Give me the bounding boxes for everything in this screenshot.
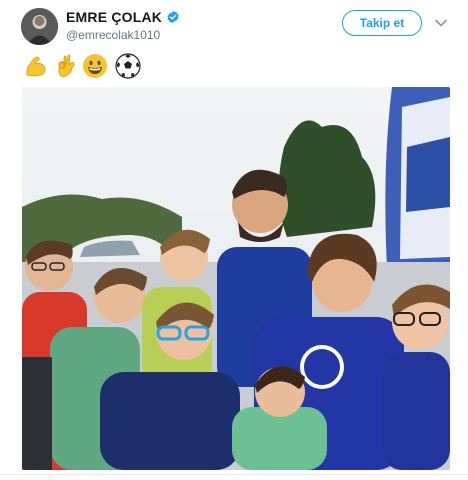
divider — [0, 474, 468, 475]
chevron-down-icon[interactable] — [434, 16, 448, 30]
soccer-ball-icon — [115, 53, 141, 79]
display-name[interactable]: EMRE ÇOLAK — [66, 9, 180, 25]
tweet-photo[interactable] — [22, 87, 450, 470]
flexed-biceps-icon — [26, 56, 46, 77]
verified-badge-icon — [167, 10, 179, 24]
handle[interactable]: @emrecolak1010 — [66, 28, 160, 42]
follow-button[interactable]: Takip et — [342, 10, 422, 36]
display-name-text[interactable]: EMRE ÇOLAK — [66, 9, 162, 25]
ok-hand-icon — [58, 54, 75, 78]
avatar[interactable] — [21, 8, 58, 45]
grinning-face-icon — [83, 54, 107, 78]
